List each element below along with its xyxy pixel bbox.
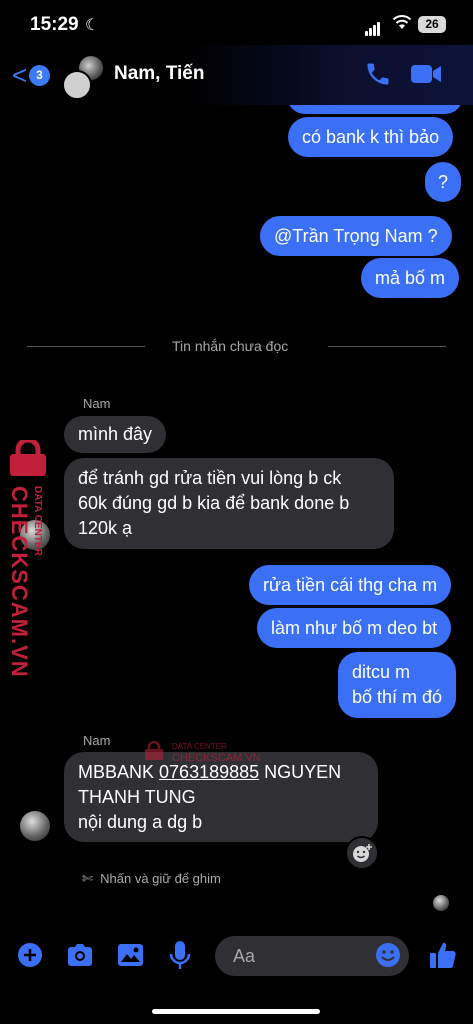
wifi-icon	[392, 15, 412, 29]
unread-divider-label: Tin nhắn chưa đọc	[172, 338, 289, 354]
divider-line	[27, 346, 145, 347]
message-bubble[interactable]: có bank k thì bảo	[288, 117, 454, 157]
camera-icon[interactable]	[66, 940, 94, 970]
account-number-link[interactable]: 0763189885	[159, 762, 259, 782]
pin-hint: ✄ Nhấn và giữ để ghim	[82, 871, 221, 887]
message-bubble[interactable]: ditcu m bố thí m đó	[338, 652, 457, 718]
message-bubble[interactable]: rửa tiền cái thg cha m	[249, 565, 452, 605]
sender-name: Nam	[83, 396, 111, 411]
message-line: ditcu m	[352, 662, 411, 682]
message-bubble-incoming[interactable]: MBBANK 0763189885 NGUYEN THANH TUNG nội …	[64, 752, 378, 842]
message-bubble[interactable]: ?	[425, 162, 462, 202]
message-bubble[interactable]: làm như bố m deo bt	[257, 608, 452, 648]
battery-indicator: 26	[418, 16, 446, 33]
message-line: 120k ạ	[78, 518, 133, 538]
divider-line	[328, 346, 446, 347]
message-bubble-incoming[interactable]: để tránh gd rửa tiền vui lòng b ck 60k đ…	[64, 458, 394, 549]
watermark-text: CHECKSCAM.VN	[7, 486, 32, 678]
message-bubble[interactable]: @Trần Trọng Nam ?	[260, 216, 452, 256]
sender-avatar[interactable]	[20, 811, 50, 841]
moon-icon: ☾	[85, 17, 100, 34]
thumbs-up-icon[interactable]	[428, 940, 458, 970]
photo-gallery-icon[interactable]	[117, 940, 144, 970]
video-call-icon[interactable]	[410, 62, 442, 86]
message-line: bố thí m đó	[352, 687, 443, 707]
watermark-subtext: DATA CENTER	[172, 742, 227, 751]
smiley-plus-icon	[353, 844, 372, 862]
microphone-icon[interactable]	[169, 940, 191, 972]
pin-hint-text: Nhấn và giữ để ghim	[100, 871, 221, 886]
phone-icon[interactable]	[364, 60, 392, 88]
message-line: để tránh gd rửa tiền vui lòng b ck	[78, 468, 342, 488]
emoji-icon[interactable]	[375, 942, 401, 968]
plus-icon[interactable]	[17, 940, 43, 970]
message-input-placeholder: Aa	[233, 946, 256, 966]
message-line: THANH TUNG	[78, 787, 196, 807]
back-chevron-icon[interactable]: <	[12, 60, 27, 91]
sender-name: Nam	[83, 733, 111, 748]
add-reaction-button[interactable]	[345, 836, 379, 870]
read-receipt-avatar	[433, 895, 449, 911]
group-avatar-secondary	[62, 70, 92, 100]
chat-title[interactable]: Nam, Tiến	[114, 63, 204, 85]
pin-icon: ✄	[82, 871, 93, 886]
message-bubble-incoming[interactable]: mình đây	[64, 416, 167, 453]
watermark-lock-icon	[145, 740, 163, 760]
home-indicator	[152, 1009, 320, 1014]
watermark-text: CHECKSCAM.VN	[172, 752, 261, 764]
message-line: nội dung a dg b	[78, 812, 203, 832]
unread-badge: 3	[29, 65, 50, 86]
message-bubble[interactable]: mả bố m	[361, 258, 460, 298]
signal-icon	[365, 18, 381, 36]
account-holder: NGUYEN	[259, 762, 342, 782]
watermark-lock-icon	[10, 440, 46, 476]
watermark-subtext: DATA CENTER	[32, 486, 43, 556]
status-time: 15:29	[30, 14, 79, 35]
message-line: 60k đúng gd b kia để bank done b	[78, 493, 350, 513]
